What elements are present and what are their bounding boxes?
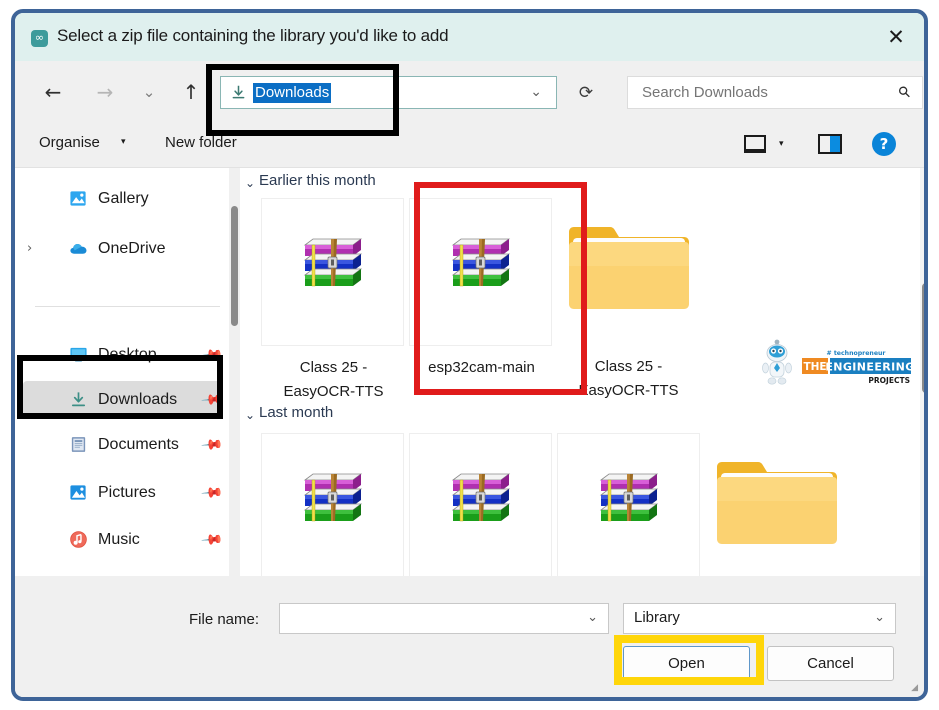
- preview-pane-icon[interactable]: [818, 134, 842, 154]
- sidebar-item-label: Music: [98, 531, 140, 549]
- pin-icon[interactable]: 📌: [200, 528, 224, 551]
- gallery-icon: [69, 189, 88, 208]
- resize-grip[interactable]: ◢: [911, 683, 918, 693]
- dialog-body: Gallery›OneDriveDesktop📌Downloads📌Docume…: [15, 168, 924, 576]
- up-icon[interactable]: ↑: [175, 76, 207, 108]
- sidebar-item-label: Gallery: [98, 190, 149, 208]
- downloads-icon: [69, 390, 88, 409]
- new-folder-button[interactable]: New folder: [165, 134, 237, 151]
- open-button[interactable]: Open: [623, 646, 750, 681]
- close-icon[interactable]: ✕: [868, 13, 924, 61]
- winrar-archive-icon: [449, 468, 513, 526]
- search-box[interactable]: ⚲: [627, 76, 923, 109]
- svg-text:ENGINEERING: ENGINEERING: [825, 361, 911, 374]
- file-name-label: File name:: [189, 611, 259, 628]
- file-tile-label: Class 25 -EasyOCR-TTS: [262, 356, 405, 404]
- archive-file-tile[interactable]: Class 25 -EasyOCR-TTS: [261, 198, 404, 346]
- documents-icon: [69, 435, 88, 454]
- dialog-footer: File name: ⌄ Library ⌄ Open Cancel ◢: [15, 576, 924, 697]
- sidebar-item-pictures[interactable]: Pictures 📌: [23, 474, 223, 511]
- title-bar: ∞ Select a zip file containing the libra…: [15, 13, 924, 61]
- sidebar-item-label: Desktop: [98, 346, 157, 364]
- sidebar-item-label: Pictures: [98, 484, 156, 502]
- winrar-archive-icon: [301, 468, 365, 526]
- sidebar-item-label: Documents: [98, 436, 179, 454]
- archive-file-tile[interactable]: [409, 433, 552, 576]
- sidebar-item-label: OneDrive: [98, 240, 166, 258]
- folder-icon: [715, 453, 839, 549]
- group-header-earlier-this-month: Earlier this month: [259, 172, 376, 189]
- archive-file-tile[interactable]: [261, 433, 404, 576]
- cancel-button[interactable]: Cancel: [767, 646, 894, 681]
- sidebar-item-documents[interactable]: Documents 📌: [23, 426, 223, 463]
- svg-text:PROJECTS: PROJECTS: [868, 376, 910, 385]
- file-tile-label: esp32cam-main: [410, 356, 553, 380]
- arduino-infinity-icon: ∞: [31, 30, 48, 47]
- pin-icon[interactable]: 📌: [200, 388, 224, 411]
- view-layout-icon[interactable]: [744, 135, 766, 153]
- chevron-right-icon[interactable]: ›: [27, 241, 32, 256]
- address-bar-value[interactable]: Downloads: [253, 83, 331, 103]
- file-tile-label: Class 25 -EasyOCR-TTS: [557, 355, 700, 403]
- navigation-bar: ← → ⌄ ↑ Downloads ⌄ ⟳ ⚲: [15, 61, 924, 123]
- help-icon[interactable]: ?: [872, 132, 896, 156]
- robot-mascot-icon: [763, 340, 792, 385]
- file-name-input[interactable]: [288, 604, 578, 633]
- pin-icon[interactable]: 📌: [200, 433, 224, 456]
- chevron-down-icon[interactable]: ⌄: [587, 610, 598, 625]
- the-engineering-projects-watermark: # technopreneur THE ENGINEERING PROJECTS: [755, 336, 911, 388]
- svg-text:THE: THE: [803, 361, 826, 373]
- music-icon: [69, 530, 88, 549]
- sidebar-item-label: Downloads: [98, 391, 177, 409]
- dialog-title: Select a zip file containing the library…: [57, 26, 448, 46]
- group-chevron-icon[interactable]: ⌄: [245, 176, 255, 190]
- sidebar-scrollbar-thumb[interactable]: [231, 206, 238, 326]
- desktop-icon: [69, 345, 88, 364]
- file-picker-dialog: ∞ Select a zip file containing the libra…: [11, 9, 928, 701]
- onedrive-icon: [69, 239, 88, 258]
- chevron-down-icon[interactable]: ⌄: [874, 610, 885, 625]
- refresh-icon[interactable]: ⟳: [568, 76, 604, 109]
- folder-tile[interactable]: Class 25 -EasyOCR-TTS: [557, 198, 700, 346]
- file-name-box[interactable]: ⌄: [279, 603, 609, 634]
- winrar-archive-icon: [301, 233, 365, 291]
- svg-text:# technopreneur: # technopreneur: [827, 350, 887, 357]
- address-bar[interactable]: Downloads ⌄: [220, 76, 557, 109]
- folder-icon: [567, 218, 691, 314]
- sidebar-item-desktop[interactable]: Desktop 📌: [23, 336, 223, 373]
- search-input[interactable]: [640, 77, 880, 108]
- command-bar: Organise ▾ New folder ▾ ?: [15, 123, 924, 168]
- group-header-last-month: Last month: [259, 404, 333, 421]
- chevron-down-icon[interactable]: ▾: [779, 139, 784, 149]
- navigation-sidebar: Gallery›OneDriveDesktop📌Downloads📌Docume…: [15, 168, 241, 576]
- group-chevron-icon[interactable]: ⌄: [245, 408, 255, 422]
- file-type-value: Library: [634, 609, 680, 626]
- back-icon[interactable]: ←: [37, 76, 69, 108]
- chevron-down-icon[interactable]: ⌄: [530, 84, 542, 100]
- archive-file-tile[interactable]: esp32cam-main: [409, 198, 552, 346]
- chevron-down-icon[interactable]: ▾: [121, 137, 126, 147]
- sidebar-item-downloads[interactable]: Downloads 📌: [23, 381, 223, 418]
- folder-tile[interactable]: [705, 433, 848, 576]
- sidebar-item-gallery[interactable]: Gallery: [23, 180, 223, 217]
- sidebar-divider: [35, 306, 220, 307]
- archive-file-tile[interactable]: [557, 433, 700, 576]
- sidebar-item-videos[interactable]: Videos📌: [23, 566, 223, 576]
- organise-button[interactable]: Organise: [39, 134, 100, 151]
- file-type-select[interactable]: Library ⌄: [623, 603, 896, 634]
- winrar-archive-icon: [597, 468, 661, 526]
- forward-icon[interactable]: →: [89, 76, 121, 108]
- recent-locations-chevron-icon[interactable]: ⌄: [133, 76, 165, 108]
- sidebar-item-music[interactable]: Music 📌: [23, 521, 223, 558]
- pin-icon[interactable]: 📌: [200, 343, 224, 366]
- file-grid: ⌄ Earlier this month ⌄ Last month C: [241, 168, 928, 576]
- pin-icon[interactable]: 📌: [200, 481, 224, 504]
- sidebar-item-onedrive[interactable]: › OneDrive: [23, 230, 223, 267]
- search-icon: ⚲: [894, 82, 915, 103]
- winrar-archive-icon: [449, 233, 513, 291]
- downloads-arrow-icon: [230, 83, 247, 102]
- content-scrollbar-thumb[interactable]: [922, 283, 928, 393]
- pictures-icon: [69, 483, 88, 502]
